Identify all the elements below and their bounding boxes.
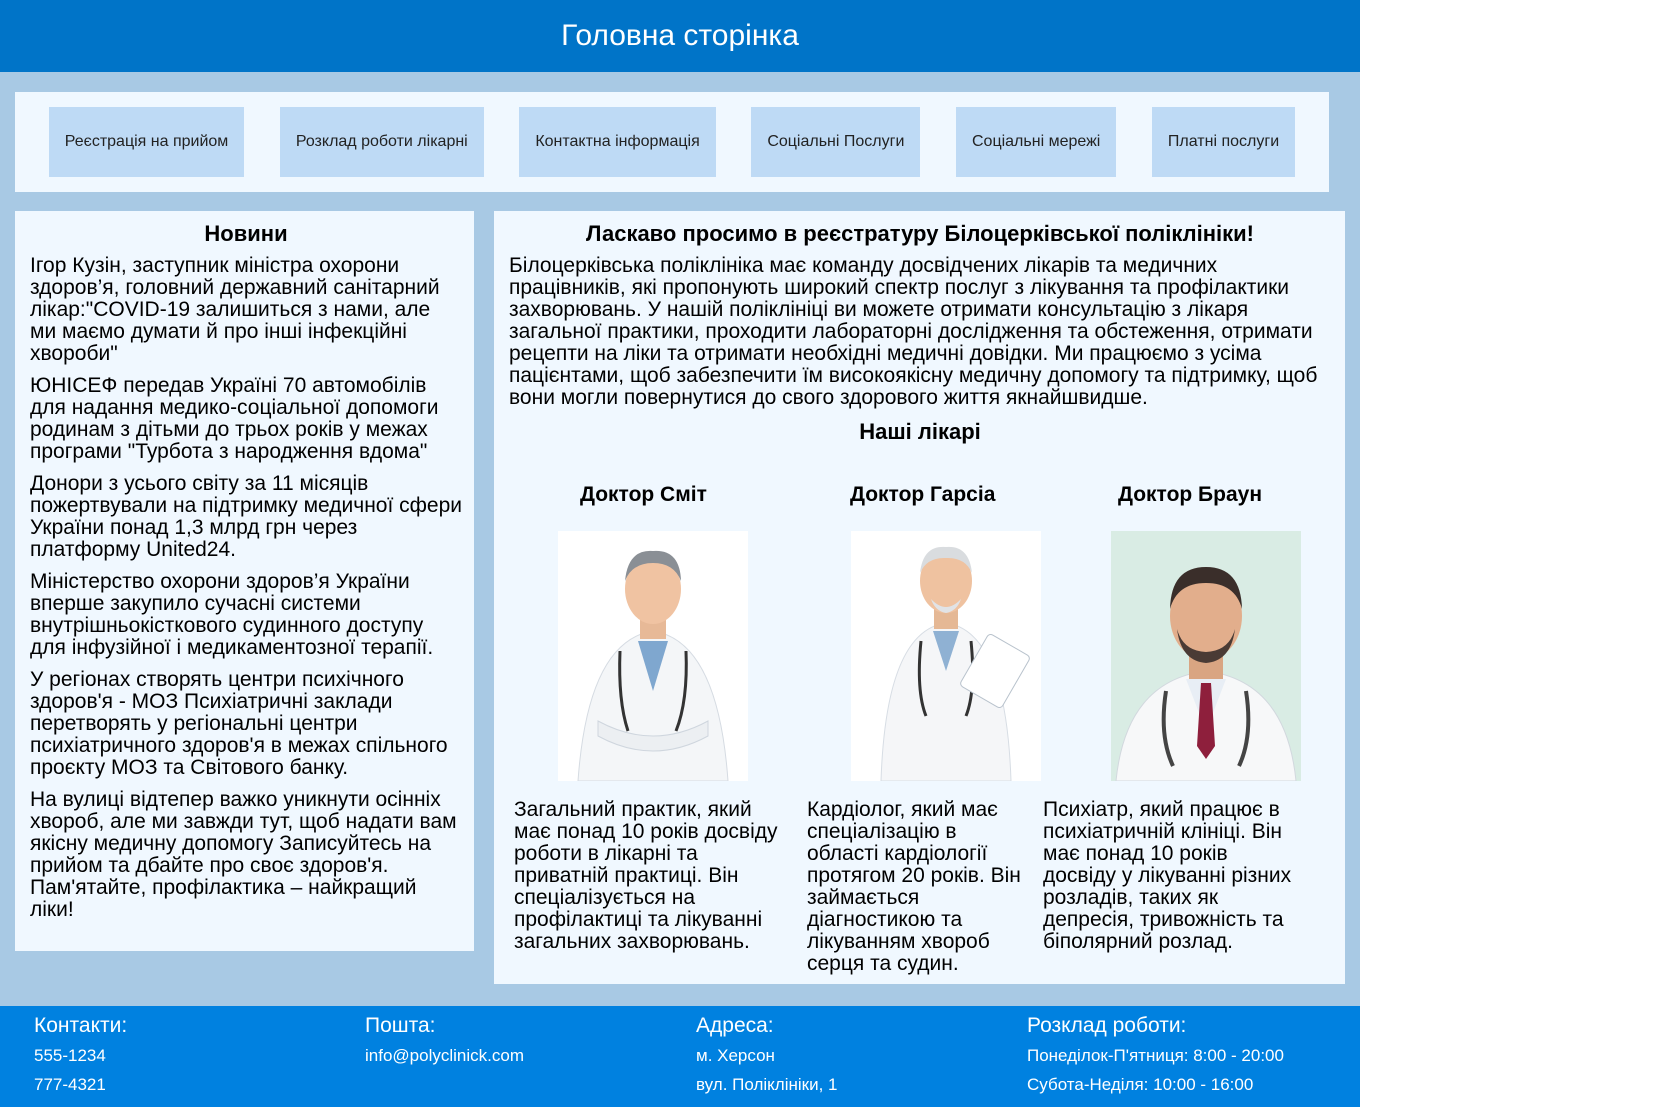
doctor-name-garcia: Доктор Гарсіа [850,483,996,506]
nav-item-social-services[interactable]: Соціальні Послуги [751,107,921,177]
footer: Контакти: 555-1234 777-4321 Пошта: info@… [0,1006,1360,1107]
footer-address-line: вул. Поліклініки, 1 [696,1075,838,1094]
news-item: У регіонах створять центри психічного зд… [30,668,448,779]
footer-mail: Пошта: info@polyclinick.com [365,1014,524,1075]
news-item: Донори з усього світу за 11 місяців поже… [30,472,463,561]
footer-address-title: Адреса: [696,1014,774,1037]
footer-contacts: Контакти: 555-1234 777-4321 [34,1014,127,1104]
news-item: Ігор Кузін, заступник міністра охорони з… [30,254,440,365]
footer-schedule: Розклад роботи: Понеділок-П'ятниця: 8:00… [1027,1014,1284,1104]
doctor-photo-brown [1111,531,1301,781]
doctor-photo-smith-image [558,531,748,781]
nav-item-contacts[interactable]: Контактна інформація [519,107,716,177]
news-item: ЮНІСЕФ передав Україні 70 автомобілів дл… [30,374,439,463]
page-title: Головна сторінка [561,19,799,52]
doctor-photo-brown-image [1111,531,1301,781]
footer-phone[interactable]: 777-4321 [34,1075,127,1095]
footer-address-line: м. Херсон [696,1046,775,1065]
footer-schedule-title: Розклад роботи: [1027,1014,1187,1037]
header: Головна сторінка [0,0,1360,72]
doctor-desc-brown: Психіатр, який працює в психіатричній кл… [1043,798,1292,953]
news-item: На вулиці відтепер важко уникнути осінні… [30,788,457,921]
news-title: Новини [204,221,288,246]
doctor-desc-garcia: Кардіолог, який має спеціалізацію в обла… [807,798,1021,975]
doctor-name-brown: Доктор Браун [1118,483,1263,506]
welcome-title: Ласкаво просимо в реєстратуру Білоцерків… [585,221,1255,246]
footer-address: Адреса: м. Херсон вул. Поліклініки, 1 [696,1014,837,1104]
nav-item-social-networks[interactable]: Соціальні мережі [955,107,1117,177]
news-panel: Новини Ігор Кузін, заступник міністра ох… [15,211,474,951]
main-panel: Ласкаво просимо в реєстратуру Білоцерків… [494,211,1345,984]
footer-contacts-title: Контакти: [34,1014,128,1037]
footer-schedule-line: Субота-Неділя: 10:00 - 16:00 [1027,1075,1254,1094]
doctor-photo-smith [558,531,748,781]
footer-email[interactable]: info@polyclinick.com [365,1046,524,1066]
nav-item-registration[interactable]: Реєстрація на прийом [48,107,245,177]
doctors-title: Наші лікарі [859,419,981,444]
footer-schedule-line: Понеділок-П'ятниця: 8:00 - 20:00 [1027,1046,1284,1065]
doctor-desc-smith: Загальний практик, який має понад 10 рок… [514,798,778,953]
doctor-photo-garcia [851,531,1041,781]
footer-mail-title: Пошта: [365,1014,436,1037]
nav-item-schedule[interactable]: Розклад роботи лікарні [279,107,484,177]
intro-text: Білоцерківська поліклініка має команду д… [509,254,1318,409]
news-item: Міністерство охорони здоров’я України вп… [30,570,434,659]
nav-item-paid-services[interactable]: Платні послуги [1151,107,1296,177]
nav-bar: Реєстрація на прийом Розклад роботи ліка… [15,92,1329,192]
doctor-name-smith: Доктор Сміт [580,483,707,506]
footer-phone[interactable]: 555-1234 [34,1046,127,1066]
doctor-photo-garcia-image [851,531,1041,781]
page: Головна сторінка Реєстрація на прийом Ро… [0,0,1360,1107]
